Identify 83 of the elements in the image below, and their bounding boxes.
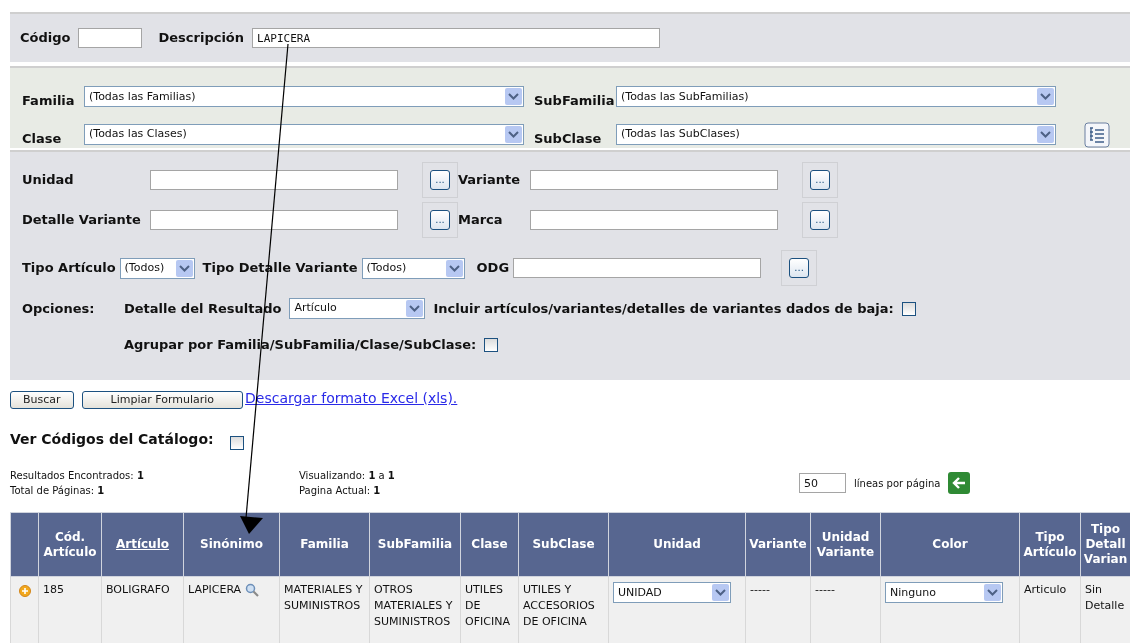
caret-icon: [406, 300, 424, 317]
text-field[interactable]: [530, 170, 778, 190]
field-label: Unidad: [22, 171, 75, 190]
field-label: Detalle Variante: [22, 211, 142, 230]
column-header: Variante: [745, 512, 811, 577]
column-header: Unidad: [608, 512, 746, 577]
description-field[interactable]: LAPICERA: [252, 28, 661, 48]
dropdown[interactable]: (Todos): [361, 257, 465, 279]
text-field[interactable]: [513, 258, 762, 278]
caret-icon: [175, 259, 193, 277]
code-field[interactable]: [78, 28, 143, 48]
lookup-button[interactable]: ...: [810, 170, 830, 190]
checkbox-label: Incluir artículos/variantes/detalles de variantes dados de baja:: [433, 299, 894, 318]
dropdown[interactable]: (Todas las SubClases): [616, 123, 1056, 145]
column-header: Sinónimo: [183, 512, 280, 577]
lookup-button[interactable]: ...: [430, 210, 450, 230]
table-cell: OTROS MATERIALES Y SUMINISTROS: [369, 576, 461, 643]
field-label: Familia: [22, 92, 76, 110]
field-label: SubFamilia: [533, 92, 616, 110]
lookup-button[interactable]: ...: [789, 258, 810, 278]
stat-text: Pagina Actual: 1: [299, 484, 382, 498]
checkbox-label: Ver Códigos del Catálogo:: [10, 430, 214, 449]
table-cell: LAPICERA: [188, 582, 242, 598]
dropdown[interactable]: Artículo: [289, 298, 426, 319]
clear-button[interactable]: Limpiar Formulario: [81, 391, 244, 409]
table-cell: BOLIGRAFO: [101, 576, 184, 643]
stat-text: Visualizando: 1 a 1: [299, 469, 396, 483]
search-button[interactable]: Buscar: [10, 391, 74, 409]
column-header: Clase: [460, 512, 519, 577]
stat-text: Resultados Encontrados: 1: [10, 469, 145, 483]
dropdown[interactable]: (Todas las SubFamilias): [616, 86, 1056, 108]
column-header: SubClase: [518, 512, 609, 577]
caret-icon: [505, 88, 522, 106]
checkbox[interactable]: [901, 301, 916, 316]
lookup-button[interactable]: ...: [430, 170, 450, 190]
column-header: Cód. Artículo: [38, 512, 102, 577]
page-size-label: líneas por página: [854, 476, 941, 491]
field-label: Código: [20, 29, 71, 48]
table-cell: Sin Detalle: [1080, 576, 1130, 643]
table-cell: 185: [38, 576, 102, 643]
column-header: Tipo Detall Varian: [1080, 512, 1130, 577]
table-cell: -----: [810, 576, 881, 643]
column-header-link[interactable]: Artículo: [115, 537, 170, 551]
text-field[interactable]: [530, 210, 778, 230]
field-label: ODG: [476, 259, 510, 278]
field-label: Variante: [458, 171, 522, 190]
dropdown[interactable]: (Todos): [119, 257, 195, 279]
field-label: Descripción: [158, 29, 245, 48]
caret-icon: [505, 125, 522, 143]
column-header: Tipo Artículo: [1019, 512, 1081, 577]
page-size-field[interactable]: 50: [799, 473, 846, 493]
dropdown[interactable]: UNIDAD: [613, 582, 731, 603]
lookup-button[interactable]: ...: [810, 210, 830, 230]
caret-icon: [984, 584, 1001, 601]
field-label: Marca: [458, 211, 504, 230]
table-cell: MATERIALES Y SUMINISTROS: [279, 576, 370, 643]
field-label: Clase: [22, 129, 63, 148]
caret-icon: [1037, 88, 1054, 106]
search-icon[interactable]: [245, 583, 260, 597]
caret-icon: [445, 259, 463, 277]
stat-text: Total de Páginas: 1: [10, 484, 106, 498]
dropdown[interactable]: (Todas las Familias): [84, 86, 524, 108]
table-cell: Articulo: [1019, 576, 1081, 643]
column-header: Unidad Variante: [810, 512, 881, 577]
checkbox[interactable]: [484, 337, 499, 352]
field-label: Tipo Artículo: [22, 259, 116, 278]
dropdown[interactable]: Ninguno: [885, 582, 1003, 603]
table-cell: UTILES Y ACCESORIOS DE OFICINA: [518, 576, 609, 643]
caret-icon: [712, 584, 729, 601]
options-label: Opciones:: [22, 299, 96, 318]
text-field[interactable]: [150, 210, 398, 230]
column-header: Color: [880, 512, 1020, 577]
text-field[interactable]: [150, 170, 398, 190]
dropdown[interactable]: (Todas las Clases): [84, 123, 524, 145]
list-icon[interactable]: [1084, 122, 1110, 148]
caret-icon: [1037, 125, 1054, 143]
column-header: SubFamilia: [369, 512, 461, 577]
table-cell: UTILES DE OFICINA: [460, 576, 519, 643]
checkbox[interactable]: [229, 436, 244, 450]
table-cell: -----: [745, 576, 811, 643]
expand-icon[interactable]: [19, 585, 31, 597]
column-header: Familia: [279, 512, 370, 577]
field-label: SubClase: [533, 129, 603, 148]
